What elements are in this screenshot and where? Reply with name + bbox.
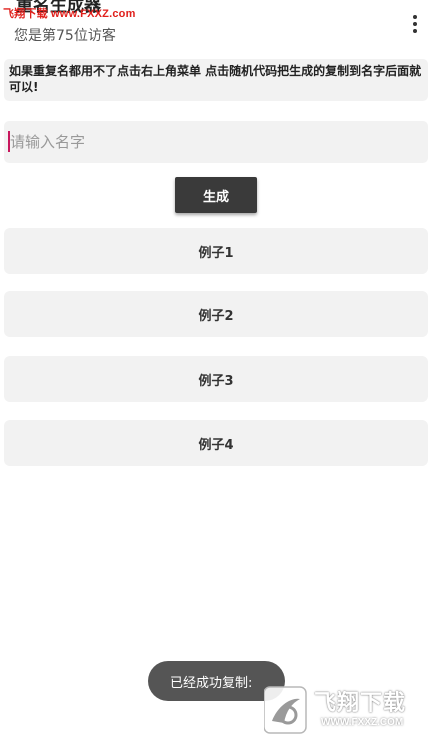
instruction-notice: 如果重复名都用不了点击右上角菜单 点击随机代码把生成的复制到名字后面就可以! <box>4 59 428 101</box>
watermark-title: 飞翔下载 <box>314 691 407 716</box>
example-button-4[interactable]: 例子4 <box>4 420 428 466</box>
text-cursor <box>8 131 10 152</box>
app-bar: 重名生成器 飞翔下载 www.FXXZ.com 您是第75位访客 <box>0 0 431 48</box>
watermark-top: 飞翔下载 www.FXXZ.com <box>3 8 136 20</box>
example-button-1[interactable]: 例子1 <box>4 228 428 274</box>
menu-dot <box>413 15 417 19</box>
menu-dot <box>413 22 417 26</box>
name-input[interactable] <box>4 121 428 163</box>
menu-dot <box>413 29 417 33</box>
example-button-3[interactable]: 例子3 <box>4 356 428 402</box>
watermark-url: WWW.FXXZ.COM <box>321 717 404 728</box>
generate-button[interactable]: 生成 <box>175 177 257 213</box>
visitor-count-subtitle: 您是第75位访客 <box>14 28 116 44</box>
more-vertical-icon[interactable] <box>402 11 428 37</box>
example-button-2[interactable]: 例子2 <box>4 291 428 337</box>
